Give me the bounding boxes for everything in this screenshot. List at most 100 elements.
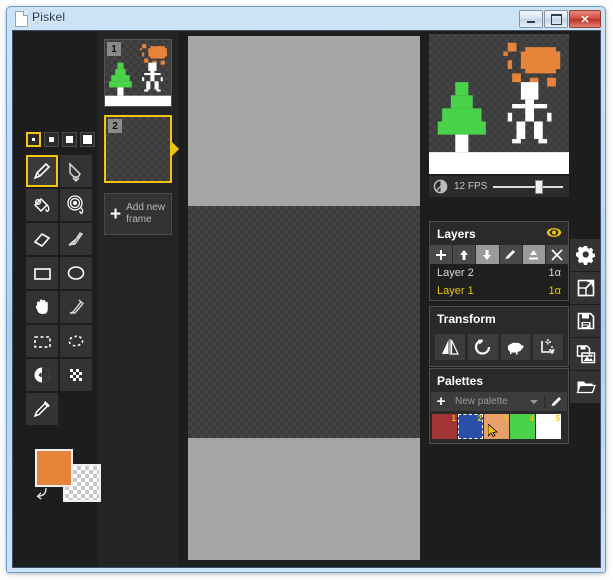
eye-icon[interactable] [546, 227, 562, 238]
clone-sheep-icon [508, 342, 524, 355]
edit-palette-button[interactable] [544, 395, 567, 408]
folder-open-icon [576, 381, 596, 394]
layers-panel: Layers Layer 2 1α Layer 1 1α [429, 221, 569, 301]
pen-size-selector [26, 132, 95, 147]
layer-row[interactable]: Layer 2 1α [430, 264, 568, 282]
stroke-icon [68, 232, 84, 246]
palette-swatch[interactable]: 3 [484, 414, 509, 439]
transform-panel: Transform [429, 306, 569, 367]
export-image-icon [576, 345, 596, 364]
color-selector [33, 449, 101, 504]
piskel-window: Piskel ✕ 1 2 + Add new frame 12 FPS Laye… [6, 6, 606, 573]
add-frame-label-1: Add new [126, 202, 166, 213]
move-layer-up-button[interactable] [453, 245, 477, 264]
lasso-select-icon [68, 335, 84, 347]
swap-colors-icon[interactable] [33, 485, 51, 503]
pen-size-2-button[interactable] [44, 132, 59, 147]
frame-thumbnail-1[interactable]: 1 [104, 39, 172, 107]
primary-color-swatch[interactable] [35, 449, 73, 487]
fps-slider[interactable] [493, 179, 563, 194]
frame-1-artwork [105, 44, 171, 106]
resize-button[interactable] [570, 272, 600, 304]
tool-paint-bucket[interactable] [26, 189, 58, 221]
close-button[interactable]: ✕ [569, 10, 601, 28]
eraser-icon [33, 232, 51, 248]
flip-horizontal-icon [441, 339, 459, 355]
cursor-icon [488, 424, 498, 437]
tool-eraser[interactable] [26, 223, 58, 255]
center-button[interactable] [533, 334, 563, 360]
palette-swatch[interactable]: 5 [536, 414, 561, 439]
tool-dithering[interactable] [60, 359, 92, 391]
pencil-icon [551, 397, 561, 406]
tool-lasso-select[interactable] [60, 325, 92, 357]
tool-rectangle[interactable] [26, 257, 58, 289]
tool-pen[interactable] [26, 155, 58, 187]
layers-title-bar: Layers [430, 222, 568, 245]
save-button[interactable] [570, 305, 600, 337]
settings-button[interactable] [570, 239, 600, 271]
open-button[interactable] [570, 371, 600, 403]
transform-buttons [430, 330, 568, 366]
fps-control-bar: 12 FPS [429, 176, 569, 197]
move-layer-down-button[interactable] [476, 245, 500, 264]
rename-layer-button[interactable] [499, 245, 523, 264]
add-layer-button[interactable] [430, 245, 454, 264]
layer-row[interactable]: Layer 1 1α [430, 282, 568, 300]
tool-vertical-mirror-pen[interactable] [60, 155, 92, 187]
tool-shape-selection[interactable] [60, 291, 92, 323]
shape-selection-icon [69, 299, 85, 314]
close-x-icon [551, 248, 563, 261]
move-hand-icon [35, 299, 48, 314]
export-button[interactable] [570, 338, 600, 370]
preview-artwork [429, 42, 569, 174]
rotate-button[interactable] [467, 334, 498, 360]
pen-size-3-button[interactable] [62, 132, 77, 147]
palette-select[interactable]: New palette [451, 396, 544, 407]
frame-thumbnail-2[interactable]: 2 [104, 115, 179, 183]
palette-swatch[interactable]: 4 [510, 414, 535, 439]
maximize-button[interactable] [544, 10, 568, 28]
drawing-canvas-area[interactable] [179, 31, 429, 567]
tool-grid [26, 155, 92, 427]
fps-slider-track [493, 185, 563, 188]
tool-lighten-darken[interactable] [26, 359, 58, 391]
tool-stroke[interactable] [60, 223, 92, 255]
flip-button[interactable] [435, 334, 465, 360]
pen-size-4-button[interactable] [80, 132, 95, 147]
resize-icon [577, 279, 595, 297]
frame-selected-caret [171, 141, 179, 157]
window-titlebar[interactable]: Piskel ✕ [7, 7, 605, 30]
add-palette-button[interactable]: + [431, 393, 451, 410]
palette-swatch[interactable]: 2 [458, 414, 483, 439]
swatch-index: 4 [529, 414, 534, 423]
pen-size-1-button[interactable] [26, 132, 41, 147]
add-new-frame-button[interactable]: + Add new frame [104, 193, 172, 235]
circle-icon [67, 266, 85, 280]
tools-panel [13, 31, 101, 567]
layer-opacity: 1α [548, 267, 561, 279]
window-title: Piskel [32, 10, 66, 24]
tool-move[interactable] [26, 291, 58, 323]
arrow-down-icon [483, 249, 492, 260]
tool-paint-all-similar[interactable] [60, 189, 92, 221]
tool-rectangle-select[interactable] [26, 325, 58, 357]
animation-preview[interactable] [429, 34, 569, 174]
merge-down-button[interactable] [522, 245, 546, 264]
palette-swatch[interactable]: 1 [432, 414, 457, 439]
right-panel: 12 FPS Layers Layer 2 1α Layer 1 1α Tran… [429, 31, 584, 567]
delete-layer-button[interactable] [545, 245, 569, 264]
rectangle-select-icon [34, 336, 51, 348]
layers-toolbar [430, 245, 569, 264]
onion-skin-icon[interactable] [433, 179, 448, 194]
tool-color-picker[interactable] [26, 393, 58, 425]
right-sidebar [570, 31, 600, 567]
tool-circle[interactable] [60, 257, 92, 289]
swatch-index: 3 [503, 414, 508, 423]
clone-button[interactable] [500, 334, 531, 360]
fps-slider-knob[interactable] [535, 179, 544, 194]
minimize-button[interactable] [519, 10, 543, 28]
pen-icon [33, 162, 51, 180]
canvas-drawing-surface[interactable] [188, 206, 420, 438]
plus-icon [436, 249, 447, 260]
